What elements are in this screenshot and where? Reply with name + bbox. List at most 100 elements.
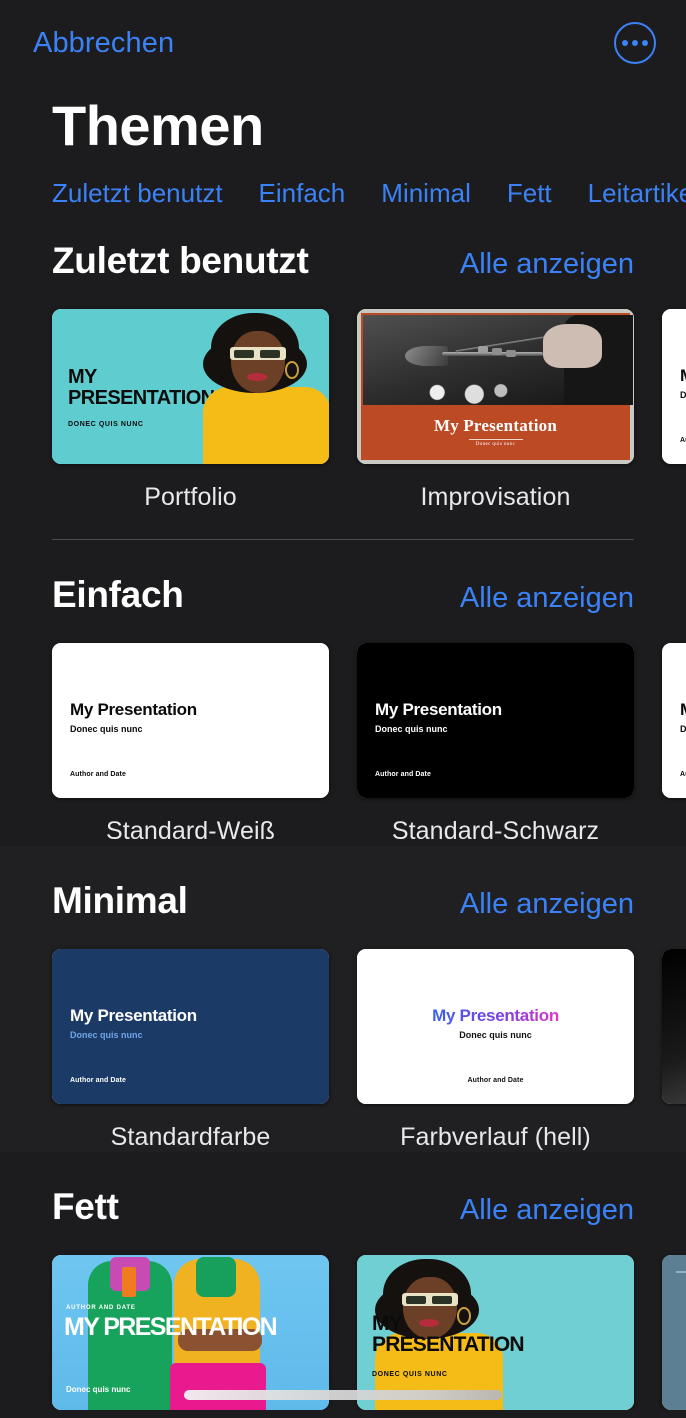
theme-card-farbverlauf-hell[interactable]: My Presentation Donec quis nunc Author a… xyxy=(357,949,634,1152)
theme-card-improvisation[interactable]: My Presentation Donec quis nunc Improvis… xyxy=(357,309,634,512)
slide-title: My Presentation xyxy=(70,700,197,720)
slide-author: Author and Date xyxy=(375,771,431,779)
section-header: Einfach Alle anzeigen xyxy=(0,540,686,616)
theme-card-partial[interactable] xyxy=(662,1255,686,1411)
slide-subtitle: Donec quis nunc xyxy=(459,1030,532,1041)
section-title: Einfach xyxy=(52,574,184,616)
theme-card-bold-portfolio[interactable]: MY PRESENTATION DONEC QUIS NUNC xyxy=(357,1255,634,1411)
theme-card-label: Standard-Weiß xyxy=(106,817,275,846)
section-title: Minimal xyxy=(52,880,188,922)
theme-thumbnail: My Presentation Donec quis nunc Author a… xyxy=(52,643,329,799)
slide-subtitle: DONEC QUIS NUNC xyxy=(68,421,144,429)
slide-author: Author and Date xyxy=(70,771,126,779)
theme-thumbnail: My Presentation Donec quis nunc xyxy=(357,309,634,465)
slide-title: MY PRESENTATION xyxy=(64,1313,278,1342)
theme-card-label: Farbverlauf (hell) xyxy=(400,1123,591,1152)
theme-carousel[interactable]: MY PRESENTATION DONEC QUIS NUNC Portfoli… xyxy=(0,282,686,512)
theme-card-partial[interactable] xyxy=(662,949,686,1152)
slide-subtitle: Donec quis nunc xyxy=(680,390,686,401)
section-fett: Fett Alle anzeigen AUTHOR AND DATE MY PR… xyxy=(0,1152,686,1411)
ellipsis-dot xyxy=(632,40,638,46)
theme-thumbnail: MY PRESENTATION DONEC QUIS NUNC xyxy=(357,1255,634,1411)
slide-title: My Presentation xyxy=(433,416,558,436)
slide-artwork-white: My Presentation Donec quis nunc Author a… xyxy=(52,643,329,799)
tab-einfach[interactable]: Einfach xyxy=(259,180,346,206)
theme-card-label: Portfolio xyxy=(144,483,237,512)
theme-card-label: Improvisation xyxy=(420,483,571,512)
theme-card-partial[interactable]: My Presentation Donec quis nunc Author a… xyxy=(662,309,686,512)
theme-thumbnail xyxy=(662,1255,686,1411)
home-indicator[interactable] xyxy=(184,1390,502,1400)
slide-subtitle: Donec quis nunc xyxy=(70,1030,143,1041)
slide-title: My Presentation xyxy=(680,366,686,386)
theme-card-standard-weiss[interactable]: My Presentation Donec quis nunc Author a… xyxy=(52,643,329,846)
ellipsis-circle-icon[interactable] xyxy=(614,22,656,64)
tab-minimal[interactable]: Minimal xyxy=(381,180,471,206)
section-title: Zuletzt benutzt xyxy=(52,240,309,282)
see-all-button-minimal[interactable]: Alle anzeigen xyxy=(460,890,634,919)
theme-card-label: Standardfarbe xyxy=(110,1123,271,1152)
slide-artwork-navy: My Presentation Donec quis nunc Author a… xyxy=(52,949,329,1105)
section-header: Fett Alle anzeigen xyxy=(0,1152,686,1228)
tab-fett[interactable]: Fett xyxy=(507,180,552,206)
theme-card-partial[interactable]: My Presentation Donec quis nunc Author a… xyxy=(662,643,686,846)
slide-subtitle: Donec quis nunc xyxy=(375,724,448,735)
slide-author: Author and Date xyxy=(70,1077,126,1085)
slide-subtitle: Donec quis nunc xyxy=(70,724,143,735)
cancel-button[interactable]: Abbrechen xyxy=(33,28,174,58)
theme-card-portfolio[interactable]: MY PRESENTATION DONEC QUIS NUNC Portfoli… xyxy=(52,309,329,512)
slide-artwork-white: My Presentation Donec quis nunc Author a… xyxy=(662,643,686,799)
slide-artwork-improvisation: My Presentation Donec quis nunc xyxy=(357,309,634,465)
see-all-button-zuletzt-benutzt[interactable]: Alle anzeigen xyxy=(460,250,634,279)
slide-subtitle: Donec quis nunc xyxy=(680,724,686,735)
slide-author: Author and Date xyxy=(467,1077,524,1085)
themes-picker-screen: Abbrechen Themen Zuletzt benutzt Einfach… xyxy=(0,0,686,1418)
slide-subtitle: DONEC QUIS NUNC xyxy=(372,1371,448,1379)
slide-artwork-black: My Presentation Donec quis nunc Author a… xyxy=(357,643,634,799)
slide-title: My Presentation xyxy=(70,1006,197,1026)
theme-carousel[interactable]: My Presentation Donec quis nunc Author a… xyxy=(0,922,686,1152)
theme-thumbnail: My Presentation Donec quis nunc Author a… xyxy=(662,643,686,799)
slide-subtitle: Donec quis nunc xyxy=(66,1385,131,1395)
ellipsis-dot xyxy=(642,40,648,46)
top-bar: Abbrechen xyxy=(0,0,686,86)
slide-artwork-slate xyxy=(662,1255,686,1411)
category-tab-bar: Zuletzt benutzt Einfach Minimal Fett Lei… xyxy=(0,158,686,206)
section-title: Fett xyxy=(52,1186,119,1228)
theme-card-bold-people[interactable]: AUTHOR AND DATE MY PRESENTATION Donec qu… xyxy=(52,1255,329,1411)
slide-artwork-dark-gradient xyxy=(662,949,686,1105)
theme-carousel[interactable]: My Presentation Donec quis nunc Author a… xyxy=(0,616,686,846)
theme-card-standard-schwarz[interactable]: My Presentation Donec quis nunc Author a… xyxy=(357,643,634,846)
trumpet-photo xyxy=(363,315,634,406)
see-all-button-einfach[interactable]: Alle anzeigen xyxy=(460,584,634,613)
section-header: Zuletzt benutzt Alle anzeigen xyxy=(0,206,686,282)
slide-title-band: My Presentation Donec quis nunc xyxy=(363,405,628,459)
see-all-button-fett[interactable]: Alle anzeigen xyxy=(460,1196,634,1225)
tab-zuletzt-benutzt[interactable]: Zuletzt benutzt xyxy=(52,180,223,206)
slide-title: My Presentation xyxy=(432,1006,559,1026)
theme-thumbnail: My Presentation Donec quis nunc Author a… xyxy=(357,949,634,1105)
ellipsis-dot xyxy=(622,40,628,46)
slide-artwork-bold-people: AUTHOR AND DATE MY PRESENTATION Donec qu… xyxy=(52,1255,329,1411)
theme-thumbnail xyxy=(662,949,686,1105)
tab-leitartikel[interactable]: Leitartikel xyxy=(588,180,686,206)
section-einfach: Einfach Alle anzeigen My Presentation Do… xyxy=(0,540,686,846)
slide-subtitle: Donec quis nunc xyxy=(475,442,516,448)
theme-thumbnail: My Presentation Donec quis nunc Author a… xyxy=(52,949,329,1105)
slide-artwork-white: My Presentation Donec quis nunc Author a… xyxy=(662,309,686,465)
section-minimal: Minimal Alle anzeigen My Presentation Do… xyxy=(0,846,686,1153)
slide-author: AUTHOR AND DATE xyxy=(66,1305,136,1312)
slide-artwork-bold-portfolio: MY PRESENTATION DONEC QUIS NUNC xyxy=(357,1255,634,1411)
theme-thumbnail: AUTHOR AND DATE MY PRESENTATION Donec qu… xyxy=(52,1255,329,1411)
slide-artwork-gradient: My Presentation Donec quis nunc Author a… xyxy=(357,949,634,1105)
theme-thumbnail: MY PRESENTATION DONEC QUIS NUNC xyxy=(52,309,329,465)
theme-card-standardfarbe[interactable]: My Presentation Donec quis nunc Author a… xyxy=(52,949,329,1152)
slide-title: My Presentation xyxy=(680,700,686,720)
person-illustration xyxy=(185,309,329,465)
section-header: Minimal Alle anzeigen xyxy=(0,846,686,922)
page-title: Themen xyxy=(52,94,264,157)
theme-carousel[interactable]: AUTHOR AND DATE MY PRESENTATION Donec qu… xyxy=(0,1228,686,1411)
slide-title: MY PRESENTATION xyxy=(372,1312,525,1357)
section-zuletzt-benutzt: Zuletzt benutzt Alle anzeigen MY PRESENT… xyxy=(0,206,686,541)
slide-title: My Presentation xyxy=(375,700,502,720)
